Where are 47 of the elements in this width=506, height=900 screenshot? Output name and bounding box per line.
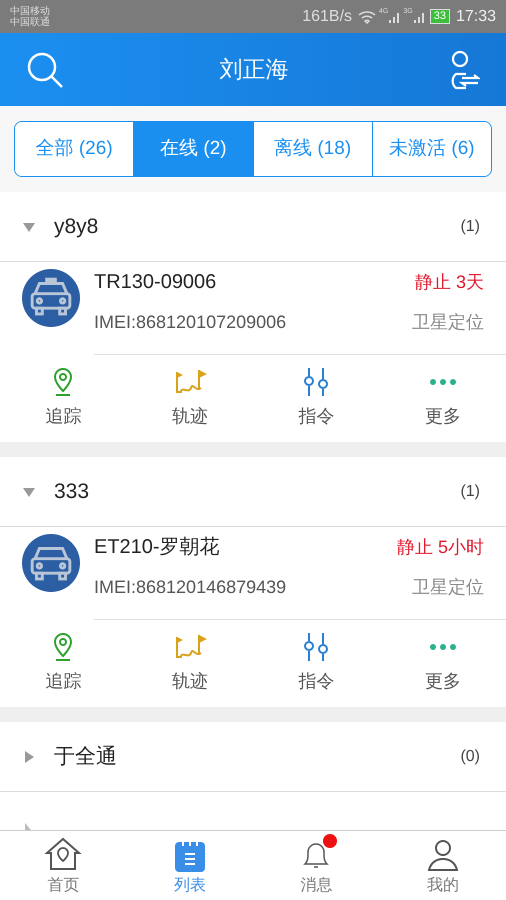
carrier-name: 中国联通 [10,16,50,28]
wifi-icon [358,10,376,24]
location-type: 卫星定位 [412,576,484,598]
location-pin-icon [52,632,74,662]
device-action-button[interactable]: 指令 [253,355,380,442]
group-name: 333 [54,478,90,505]
device-status: 静止 3天 [414,270,484,294]
location-pin-icon [52,367,74,397]
carrier-name: 中国移动 [10,6,50,16]
window-title: 刘正海 [218,55,290,84]
home-icon [44,836,82,872]
group-name: y8y8 [54,214,100,240]
group-header[interactable]: y8y8 (1) [0,192,506,262]
group-count: (0) [460,746,480,766]
more-icon [428,378,457,386]
signal-icon [388,10,400,22]
location-type: 卫星定位 [412,310,484,334]
device-imei: IMEI:868120107209006 [94,310,286,334]
car-icon [22,534,80,592]
device-action-button[interactable]: 指令 [253,620,380,707]
signal-icon [412,10,425,22]
nav-tab[interactable]: 我的 [380,831,506,900]
group-header[interactable]: 333 (1) [0,457,506,527]
sliders-icon [302,367,330,397]
device-action-button[interactable]: 追踪 [0,620,126,707]
nav-tab[interactable]: 消息 [253,831,380,900]
device-status: 静止 5小时 [396,536,484,558]
nav-tab[interactable]: 首页 [0,831,126,900]
user-icon [426,838,460,872]
group-count: (1) [460,482,480,502]
device-action-button[interactable]: 更多 [380,620,506,707]
more-icon [428,643,457,651]
device-action-button[interactable]: 轨迹 [126,620,253,707]
group-name: 于全通 [54,744,118,770]
device-name[interactable]: TR130-09006 [94,267,216,297]
network-speed: 161B/s [302,6,352,26]
group-count: (1) [460,216,480,236]
device-action-button[interactable]: 更多 [380,355,506,442]
device-action-button[interactable]: 轨迹 [126,355,253,442]
sliders-icon [302,632,330,662]
device-name[interactable]: ET210-罗朝花 [94,532,220,562]
clock: 17:33 [456,6,496,26]
battery-icon: 33 [430,9,450,24]
van-icon [22,269,80,327]
search-icon[interactable] [26,50,64,88]
device-imei: IMEI:868120146879439 [94,576,286,598]
device-action-button[interactable]: 追踪 [0,355,126,442]
